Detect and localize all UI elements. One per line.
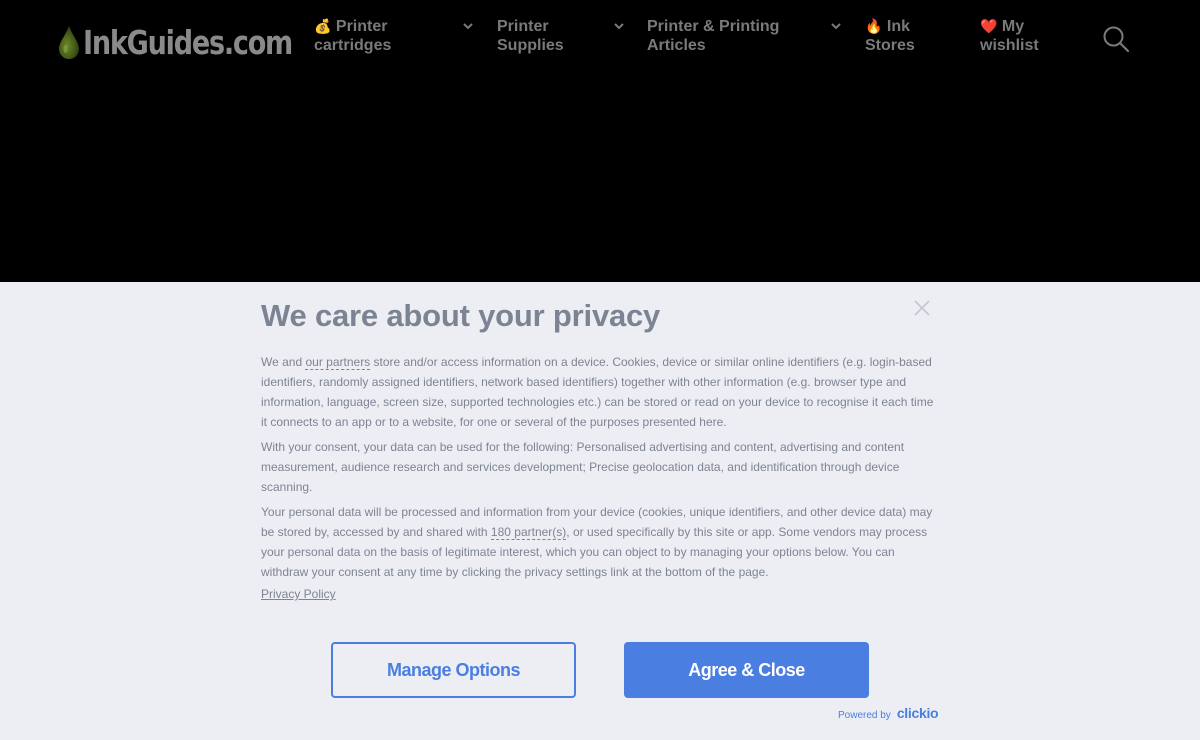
agree-close-button[interactable]: Agree & Close — [624, 642, 869, 698]
nav-label-line2: wishlist — [980, 37, 1039, 54]
consent-paragraph-3: Your personal data will be processed and… — [261, 502, 941, 582]
nav-ink-stores[interactable]: 🔥 Ink Stores — [865, 17, 915, 55]
consent-body: We and our partners store and/or access … — [261, 352, 941, 587]
nav-printer-supplies[interactable]: Printer Supplies — [497, 17, 564, 55]
manage-options-button[interactable]: Manage Options — [331, 642, 576, 698]
partners-count-link[interactable]: 180 partner(s) — [490, 525, 567, 540]
site-logo[interactable]: InkGuides.com — [58, 22, 338, 62]
search-icon[interactable] — [1102, 25, 1130, 53]
consent-paragraph-2: With your consent, your data can be used… — [261, 440, 905, 494]
privacy-policy-link[interactable]: Privacy Policy — [261, 587, 336, 601]
ink-drop-icon — [59, 26, 79, 59]
consent-paragraph-1: We and our partners store and/or access … — [261, 352, 941, 432]
nav-label-line1: My — [1001, 18, 1025, 35]
chevron-down-icon[interactable] — [462, 20, 474, 32]
heart-icon: ❤️ — [980, 18, 998, 34]
chevron-down-icon[interactable] — [830, 20, 842, 32]
nav-label-line1: Ink — [886, 18, 911, 35]
close-icon[interactable] — [912, 298, 932, 318]
site-header: InkGuides.com 💰 Printer cartridges Print… — [0, 0, 1200, 282]
fire-icon: 🔥 — [865, 18, 883, 34]
nav-label-line1: Printer — [335, 18, 388, 35]
consent-text: We and — [261, 355, 306, 369]
nav-label-line2: cartridges — [314, 37, 392, 54]
nav-label-line2: Stores — [865, 37, 915, 54]
logo-text: InkGuides.com — [83, 22, 293, 62]
our-partners-link[interactable]: our partners — [305, 355, 371, 370]
powered-by[interactable]: Powered by clickio — [838, 705, 939, 721]
powered-by-label: Powered by — [838, 710, 891, 721]
privacy-consent-dialog: We care about your privacy We and our pa… — [0, 282, 1200, 740]
nav-label-line1: Printer — [497, 18, 549, 35]
nav-my-wishlist[interactable]: ❤️ My wishlist — [980, 17, 1039, 55]
nav-label-line1: Printer & Printing — [647, 18, 780, 35]
money-bag-icon: 💰 — [314, 18, 332, 34]
clickio-logo: clickio — [896, 705, 939, 721]
nav-label-line2: Supplies — [497, 37, 564, 54]
nav-label-line2: Articles — [647, 37, 706, 54]
nav-printer-cartridges[interactable]: 💰 Printer cartridges — [314, 17, 391, 55]
chevron-down-icon[interactable] — [613, 20, 625, 32]
nav-printing-articles[interactable]: Printer & Printing Articles — [647, 17, 779, 55]
consent-title: We care about your privacy — [261, 298, 661, 333]
